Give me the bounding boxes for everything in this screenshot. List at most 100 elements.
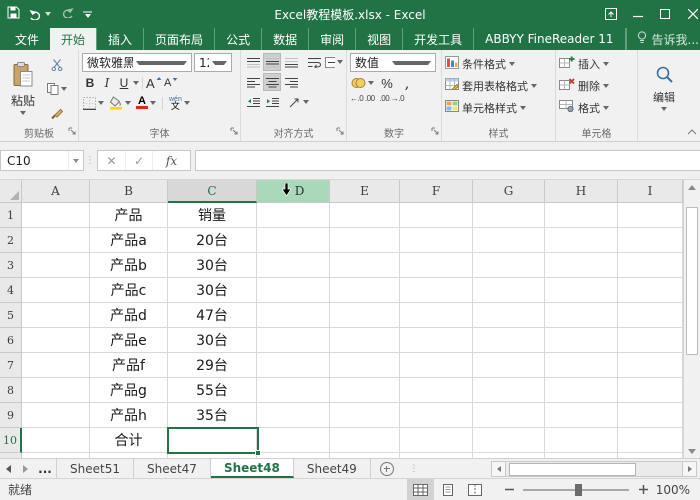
increase-decimal-button[interactable]: ←.0 .00 — [350, 94, 375, 103]
cell-e7[interactable] — [330, 353, 400, 378]
cell-d4[interactable] — [257, 278, 330, 303]
cell-b4[interactable]: 产品c — [90, 278, 168, 303]
enter-icon[interactable]: ✓ — [125, 151, 152, 170]
cell-i1[interactable] — [618, 203, 683, 228]
font-size-combo[interactable]: 12 — [194, 53, 232, 72]
cell-a11[interactable] — [22, 453, 90, 458]
cell-b1[interactable]: 产品 — [90, 203, 168, 228]
more-sheets-button[interactable]: ... — [34, 459, 56, 478]
cell-a1[interactable] — [22, 203, 90, 228]
align-bottom-icon[interactable] — [282, 53, 300, 71]
sheet-tab-sheet49[interactable]: Sheet49 — [294, 459, 371, 478]
ribbon-tab-4[interactable]: 公式 — [214, 28, 261, 50]
fill-color-icon[interactable] — [108, 94, 132, 112]
row-header-4[interactable]: 4 — [0, 278, 22, 303]
cell-c9[interactable]: 35台 — [168, 403, 257, 428]
ribbon-tab-7[interactable]: 视图 — [355, 28, 402, 50]
italic-button[interactable]: I — [99, 74, 115, 92]
cell-h4[interactable] — [545, 278, 618, 303]
cell-e2[interactable] — [330, 228, 400, 253]
cell-d11[interactable] — [257, 453, 330, 458]
scroll-left-icon[interactable] — [491, 461, 506, 477]
cell-e3[interactable] — [330, 253, 400, 278]
accounting-format-icon[interactable] — [350, 74, 375, 92]
cell-f8[interactable] — [400, 378, 473, 403]
align-top-icon[interactable] — [244, 53, 262, 71]
percent-style-button[interactable]: % — [379, 74, 395, 92]
cell-i3[interactable] — [618, 253, 683, 278]
editing-button[interactable]: 编辑 — [641, 53, 687, 123]
ribbon-display-options-icon[interactable] — [597, 0, 624, 28]
borders-icon[interactable] — [82, 94, 105, 112]
insert-cells-button[interactable]: 插入 — [559, 54, 635, 73]
cell-i6[interactable] — [618, 328, 683, 353]
cell-g3[interactable] — [473, 253, 545, 278]
ribbon-tab-5[interactable]: 数据 — [261, 28, 308, 50]
cell-h3[interactable] — [545, 253, 618, 278]
cell-h8[interactable] — [545, 378, 618, 403]
zoom-level-label[interactable]: 100% — [654, 483, 700, 497]
cell-e6[interactable] — [330, 328, 400, 353]
redo-icon[interactable] — [60, 7, 74, 21]
cancel-icon[interactable]: ✕ — [98, 151, 125, 170]
cell-f9[interactable] — [400, 403, 473, 428]
number-format-combo[interactable]: 数值 — [350, 53, 436, 72]
cell-g11[interactable] — [473, 453, 545, 458]
ribbon-tab-8[interactable]: 开发工具 — [402, 28, 473, 50]
align-right-icon[interactable] — [282, 73, 300, 91]
cell-g7[interactable] — [473, 353, 545, 378]
zoom-slider-thumb[interactable] — [575, 484, 582, 496]
row-header-5[interactable]: 5 — [0, 303, 22, 328]
sheet-nav-prev-icon[interactable] — [0, 459, 17, 478]
shrink-font-button[interactable]: A — [164, 74, 180, 92]
cell-e9[interactable] — [330, 403, 400, 428]
cell-g6[interactable] — [473, 328, 545, 353]
customize-qat-icon[interactable] — [83, 11, 92, 18]
cell-g1[interactable] — [473, 203, 545, 228]
cell-i10[interactable] — [618, 428, 683, 453]
font-dialog-launcher[interactable] — [230, 124, 238, 138]
scroll-up-icon[interactable] — [684, 180, 700, 194]
insert-function-icon[interactable]: fx — [152, 151, 190, 170]
font-name-combo[interactable]: 微软雅黑 — [82, 53, 192, 72]
cell-c11[interactable] — [168, 453, 257, 458]
cell-e5[interactable] — [330, 303, 400, 328]
cell-h10[interactable] — [545, 428, 618, 453]
cell-b2[interactable]: 产品a — [90, 228, 168, 253]
sheet-nav-next-icon[interactable] — [17, 459, 34, 478]
ribbon-tab-3[interactable]: 页面布局 — [143, 28, 214, 50]
cell-c2[interactable]: 20台 — [168, 228, 257, 253]
cell-c6[interactable]: 30台 — [168, 328, 257, 353]
cell-a7[interactable] — [22, 353, 90, 378]
cell-i11[interactable] — [618, 453, 683, 458]
align-left-icon[interactable] — [244, 73, 262, 91]
maximize-icon[interactable] — [651, 0, 678, 28]
cell-i2[interactable] — [618, 228, 683, 253]
horizontal-scroll-thumb[interactable] — [509, 463, 636, 476]
column-header-g[interactable]: G — [473, 180, 545, 203]
cell-g9[interactable] — [473, 403, 545, 428]
cell-e10[interactable] — [330, 428, 400, 453]
cell-i5[interactable] — [618, 303, 683, 328]
cell-g8[interactable] — [473, 378, 545, 403]
formula-input[interactable] — [195, 150, 700, 171]
cell-h6[interactable] — [545, 328, 618, 353]
cell-d6[interactable] — [257, 328, 330, 353]
wrap-text-icon[interactable] — [305, 53, 323, 71]
alignment-dialog-launcher[interactable] — [336, 124, 344, 138]
align-middle-icon[interactable] — [263, 53, 281, 71]
cell-f1[interactable] — [400, 203, 473, 228]
paste-button[interactable]: 粘贴 — [3, 53, 43, 123]
cell-b3[interactable]: 产品b — [90, 253, 168, 278]
page-layout-view-icon[interactable] — [434, 479, 461, 500]
column-header-h[interactable]: H — [545, 180, 618, 203]
column-header-e[interactable]: E — [330, 180, 400, 203]
cell-d10[interactable] — [257, 428, 330, 453]
copy-icon[interactable] — [46, 80, 68, 98]
save-icon[interactable] — [7, 6, 20, 22]
cell-h1[interactable] — [545, 203, 618, 228]
page-break-view-icon[interactable] — [461, 479, 488, 500]
number-dialog-launcher[interactable] — [431, 124, 439, 138]
underline-dropdown[interactable] — [133, 81, 139, 85]
format-painter-icon[interactable] — [46, 104, 68, 122]
